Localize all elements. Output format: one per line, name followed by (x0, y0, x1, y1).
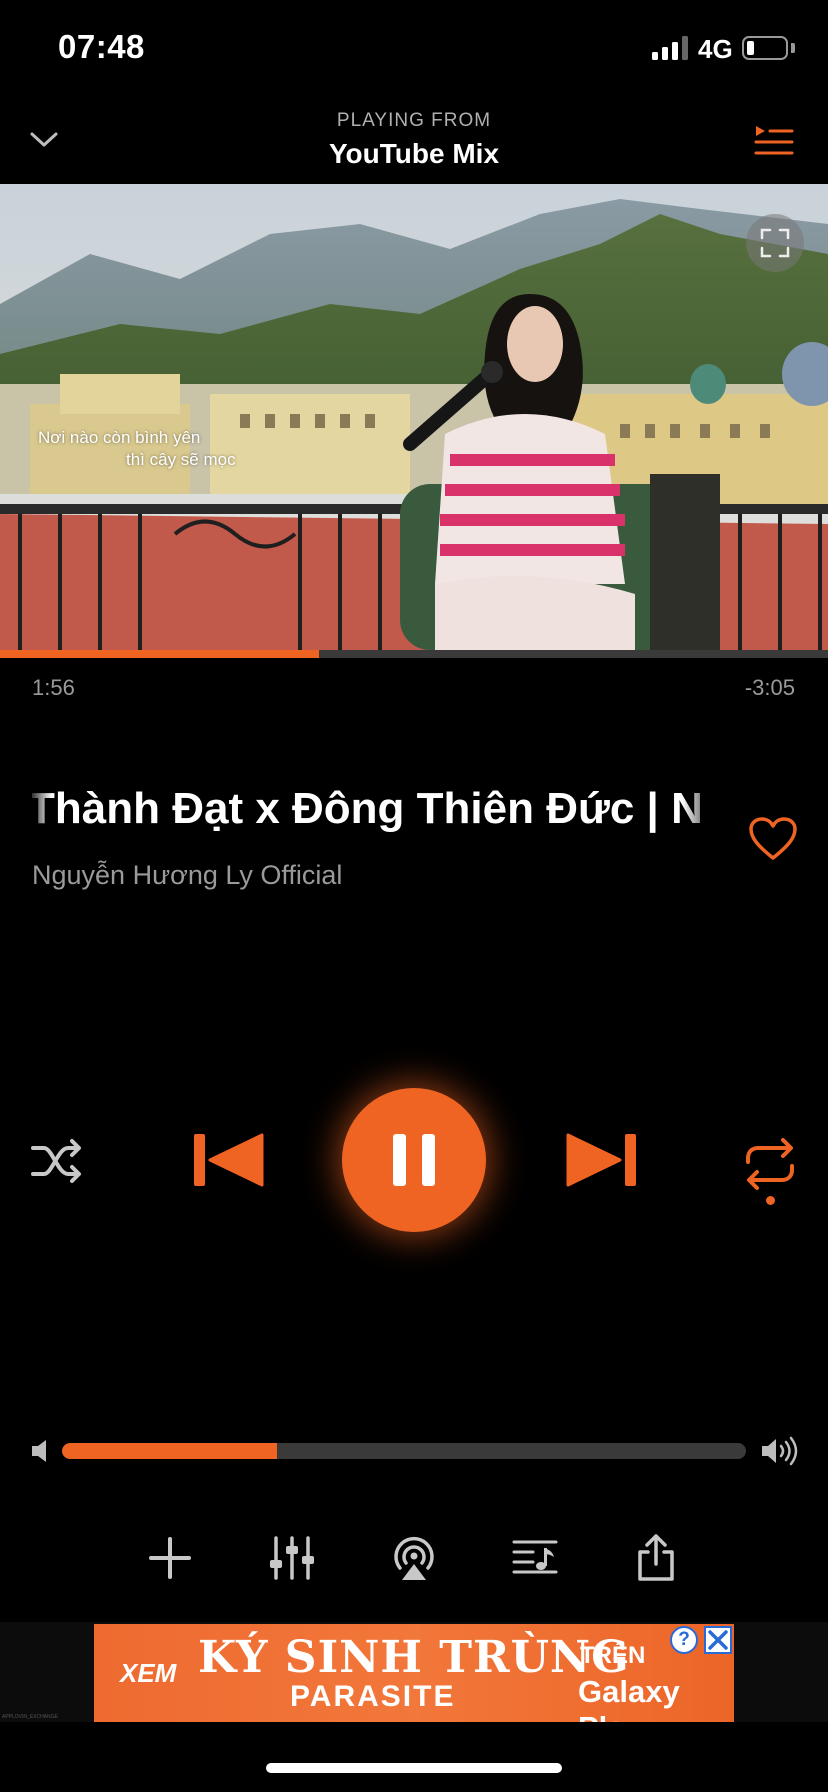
airplay-icon[interactable] (390, 1534, 438, 1582)
next-track-icon[interactable] (566, 1132, 638, 1188)
video-lyric-line-1: Nơi nào còn bình yên (38, 428, 201, 447)
ad-xem-text: XEM (120, 1658, 177, 1688)
volume-slider-fill (62, 1443, 278, 1459)
video-frame (0, 184, 828, 650)
heart-icon[interactable] (748, 816, 798, 862)
video-lyric-line-2: thì cây sẽ mọc (126, 450, 236, 469)
remaining-time: -3:05 (744, 675, 795, 700)
video-player[interactable]: Nơi nào còn bình yên thì cây sẽ mọc (0, 184, 828, 650)
battery-icon (742, 36, 788, 60)
player-header: PLAYING FROM YouTube Mix (0, 100, 828, 184)
track-artist[interactable]: Nguyễn Hương Ly Official (32, 860, 342, 891)
ad-tren-text: TRÊN (580, 1642, 646, 1669)
status-bar: 07:48 4G (0, 0, 828, 100)
repeat-icon[interactable] (742, 1134, 798, 1194)
music-list-icon[interactable] (511, 1534, 559, 1582)
pause-icon (393, 1134, 435, 1186)
ad-network-label: APPLOVIN_EXCHANGE (2, 1714, 58, 1720)
plus-icon[interactable] (146, 1534, 194, 1582)
pause-button[interactable] (342, 1088, 486, 1232)
sliders-icon[interactable] (268, 1534, 316, 1582)
ad-banner[interactable]: XEM KÝ SINH TRÙNG PARASITE TRÊN Galaxy P… (94, 1624, 734, 1722)
volume-low-icon (32, 1440, 46, 1462)
ad-title: KÝ SINH TRÙNG (198, 1632, 630, 1683)
playing-from-label: PLAYING FROM (336, 110, 492, 131)
queue-list-icon[interactable] (752, 120, 796, 160)
player-screen: 07:48 4G PLAYING FROM YouTube Mix Nơi nà… (0, 0, 828, 1792)
volume-slider[interactable] (62, 1443, 746, 1459)
status-time: 07:48 (58, 28, 145, 65)
battery-level (747, 41, 755, 55)
ad-info-button[interactable]: ? (670, 1626, 698, 1654)
previous-track-icon[interactable] (192, 1132, 264, 1188)
fullscreen-button[interactable] (746, 214, 804, 272)
ad-brand: Galaxy Play (578, 1674, 680, 1722)
network-type: 4G (698, 34, 733, 64)
ad-close-button[interactable] (704, 1626, 732, 1654)
playback-progress-fill (0, 650, 319, 658)
shuffle-icon[interactable] (30, 1134, 84, 1188)
elapsed-time: 1:56 (32, 675, 75, 700)
track-title: Thành Đạt x Đông Thiên Đức | N (32, 784, 703, 833)
playback-progress-bar[interactable] (0, 650, 828, 658)
ad-subtitle: PARASITE (290, 1680, 456, 1713)
repeat-active-indicator (766, 1196, 775, 1205)
fullscreen-icon (760, 228, 790, 258)
signal-icon (652, 36, 688, 60)
volume-high-icon (762, 1436, 798, 1466)
close-icon (708, 1630, 728, 1650)
playlist-title[interactable]: YouTube Mix (0, 138, 828, 170)
battery-cap (791, 43, 795, 53)
share-icon[interactable] (632, 1534, 680, 1582)
track-title-marquee: Thành Đạt x Đông Thiên Đức | N (32, 784, 722, 844)
home-indicator[interactable] (266, 1763, 562, 1773)
